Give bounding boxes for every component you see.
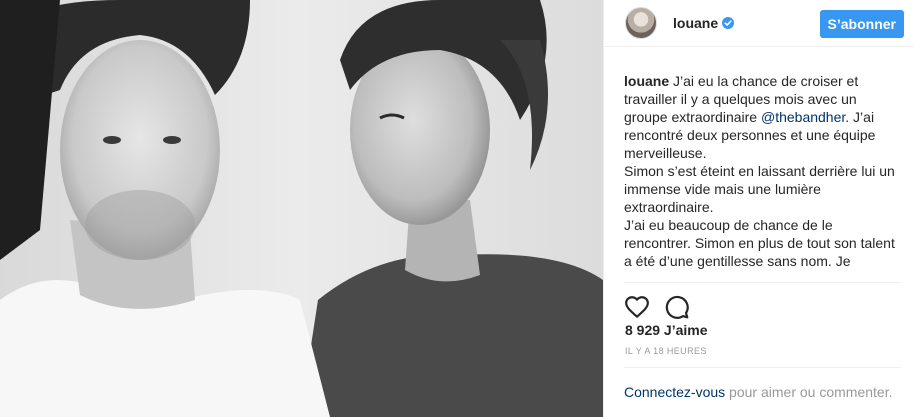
caption-line-3: J’ai eu beaucoup de chance de le rencont… — [624, 217, 895, 269]
post-actions — [624, 282, 901, 322]
caption-line-2: Simon s’est éteint en laissant derrière … — [624, 163, 895, 215]
username[interactable]: louane — [673, 15, 718, 31]
avatar[interactable] — [625, 7, 657, 39]
follow-button[interactable]: S’abonner — [819, 10, 904, 38]
post-timestamp[interactable]: IL Y A 18 HEURES — [625, 346, 707, 356]
caption-author[interactable]: louane — [624, 73, 669, 89]
login-prompt: Connectez-vous pour aimer ou commenter. — [624, 367, 901, 402]
caption-mention[interactable]: @thebandher — [761, 109, 845, 125]
login-link[interactable]: Connectez-vous — [624, 384, 725, 400]
photo-image — [0, 0, 603, 417]
post-sidebar: louane S’abonner louane J’ai eu la chanc… — [603, 0, 914, 417]
post-photo[interactable] — [0, 0, 603, 417]
likes-count[interactable]: 8 929 J’aime — [625, 322, 708, 338]
comment-bubble-icon[interactable] — [664, 294, 690, 320]
heart-icon[interactable] — [624, 294, 650, 320]
post-header: louane S’abonner — [604, 0, 914, 47]
verified-badge-icon — [722, 17, 735, 29]
post-caption: louane J’ai eu la chance de croiser et t… — [624, 72, 901, 271]
login-text: pour aimer ou commenter. — [725, 384, 893, 400]
